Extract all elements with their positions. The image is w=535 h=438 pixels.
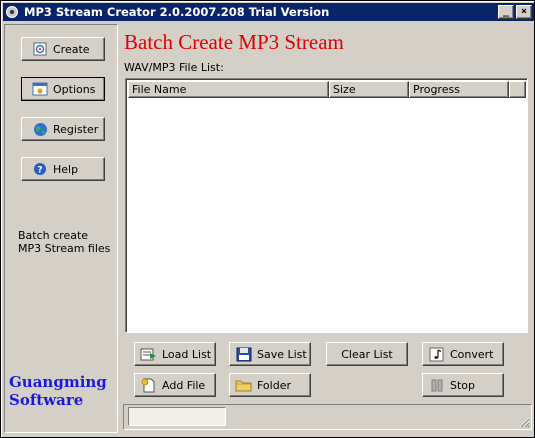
status-bar — [123, 404, 532, 430]
folder-label: Folder — [257, 378, 291, 392]
convert-button[interactable]: Convert — [422, 342, 504, 366]
save-list-label: Save List — [257, 347, 307, 361]
save-list-icon — [235, 346, 253, 362]
save-list-button[interactable]: Save List — [229, 342, 311, 366]
clear-list-label: Clear List — [341, 347, 393, 361]
sidebar-item-help[interactable]: ? Help — [21, 157, 105, 181]
window-title: MP3 Stream Creator 2.0.2007.208 Trial Ve… — [24, 5, 330, 19]
close-button[interactable]: × — [516, 5, 532, 19]
sidebar-item-register[interactable]: Register — [21, 117, 105, 141]
minimize-button[interactable]: _ — [498, 5, 514, 19]
main-window: MP3 Stream Creator 2.0.2007.208 Trial Ve… — [0, 0, 535, 438]
file-list-header: File Name Size Progress — [128, 81, 526, 98]
brand-line-1: Guangming — [9, 373, 107, 391]
sidebar-item-create[interactable]: Create — [21, 37, 105, 61]
brand-line-2: Software — [9, 391, 84, 409]
add-file-label: Add File — [162, 378, 206, 392]
options-icon — [32, 81, 48, 97]
title-bar[interactable]: MP3 Stream Creator 2.0.2007.208 Trial Ve… — [3, 3, 534, 21]
sidebar-item-label: Help — [53, 162, 79, 176]
create-icon — [32, 41, 48, 57]
resize-grip-icon[interactable] — [518, 416, 530, 428]
sidebar-item-label: Register — [53, 122, 99, 136]
load-list-icon — [140, 346, 158, 362]
page-title: Batch Create MP3 Stream — [124, 30, 344, 54]
sidebar-item-options[interactable]: Options — [21, 77, 105, 101]
globe-icon — [32, 121, 48, 137]
load-list-button[interactable]: Load List — [134, 342, 216, 366]
help-icon: ? — [32, 161, 48, 177]
add-file-icon — [140, 377, 158, 393]
load-list-label: Load List — [162, 347, 212, 361]
brand-name: Guangming Software — [9, 373, 107, 409]
sidebar-item-label: Create — [53, 42, 90, 56]
add-file-button[interactable]: Add File — [134, 373, 216, 397]
music-note-icon — [428, 346, 446, 362]
column-header-filler — [509, 81, 526, 98]
stop-label: Stop — [450, 378, 476, 392]
clear-list-button[interactable]: Clear List — [326, 342, 408, 366]
convert-label: Convert — [450, 347, 494, 361]
sidebar-item-label: Options — [53, 82, 96, 96]
app-icon — [4, 4, 20, 20]
column-header-progress[interactable]: Progress — [409, 81, 509, 98]
column-header-file-name[interactable]: File Name — [128, 81, 329, 98]
folder-button[interactable]: Folder — [229, 373, 311, 397]
svg-text:?: ? — [37, 166, 42, 176]
stop-icon — [428, 377, 446, 393]
file-list-label: WAV/MP3 File List: — [124, 61, 224, 74]
folder-icon — [235, 377, 253, 393]
sidebar-description: Batch create MP3 Stream files — [18, 229, 111, 255]
file-list[interactable]: File Name Size Progress — [125, 78, 528, 333]
status-pane — [128, 407, 226, 426]
sidebar: Create Options Register ? Help Batch cre… — [4, 24, 118, 433]
column-header-size[interactable]: Size — [329, 81, 409, 98]
stop-button[interactable]: Stop — [422, 373, 504, 397]
